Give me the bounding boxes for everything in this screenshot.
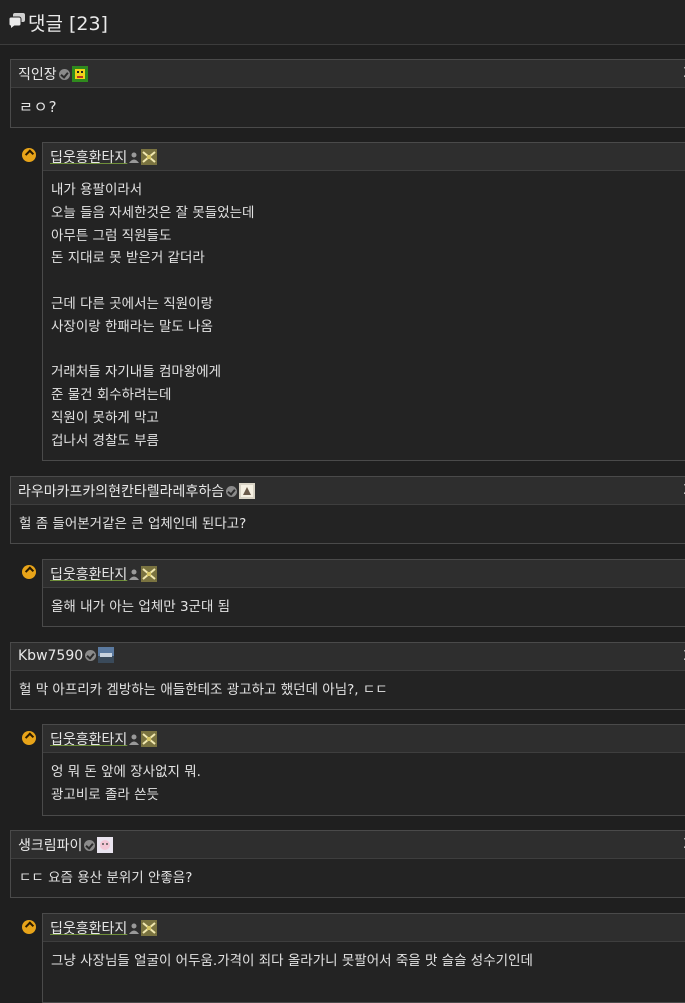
avatar-icon xyxy=(71,66,88,82)
comment-author[interactable]: 라우마카프카의현칸타렐라레후하슴 xyxy=(18,481,256,501)
author-name[interactable]: 생크림파이 xyxy=(18,838,82,854)
avatar-icon xyxy=(98,647,115,663)
comment-text: 헐 막 아프리카 겜방하는 애들한테조 광고하고 했던데 아님?, ㄷㄷ xyxy=(19,682,388,698)
reply-arrow-icon xyxy=(22,148,36,162)
comment-author[interactable]: 딥웃흥환타지 xyxy=(50,147,158,167)
comment-count: [23] xyxy=(68,13,108,35)
reply-item: 딥웃흥환타지 20 올해 내가 아는 업체만 3군대 됨 xyxy=(42,559,685,627)
comments-title-label: 댓글 xyxy=(28,13,63,35)
comment-author[interactable]: 딥웃흥환타지 xyxy=(50,564,158,584)
comment-text: 내가 용팔이라서 오늘 들음 자세한것은 잘 못들었는데 아무튼 그럼 직원들도… xyxy=(51,182,255,449)
comment-text: 올해 내가 아는 업체만 3군대 됨 xyxy=(51,599,231,615)
reply-arrow-icon xyxy=(22,565,36,579)
comment-text: ㄹㅇ? xyxy=(19,98,58,116)
person-icon xyxy=(129,152,140,163)
avatar-icon xyxy=(239,483,256,499)
reply-arrow-icon xyxy=(22,731,36,745)
reply-item: 딥웃흥환타지 20 엉 뭐 돈 앞에 장사없지 뭐. 광고비로 졸라 쓴듯 xyxy=(42,724,685,816)
verified-check-icon xyxy=(226,486,238,497)
comment-header: 딥웃흥환타지 20 xyxy=(43,560,685,588)
avatar-icon xyxy=(97,837,114,853)
comment-body: 헐 좀 들어본거같은 큰 업체인데 된다고? xyxy=(19,513,246,536)
verified-check-icon xyxy=(85,650,97,661)
comment-item: 라우마카프카의현칸타렐라레후하슴 20 헐 좀 들어본거같은 큰 업체인데 된다… xyxy=(10,476,685,544)
avatar-icon xyxy=(141,731,158,747)
comment-body: 그냥 사장님들 얼굴이 어두움.가격이 죄다 올라가니 못팔어서 죽을 맛 슬슬… xyxy=(51,950,533,973)
avatar-icon xyxy=(141,149,158,165)
avatar-icon xyxy=(141,920,158,936)
comment-author[interactable]: 직인장 xyxy=(18,64,88,84)
comment-body: 올해 내가 아는 업체만 3군대 됨 xyxy=(51,596,230,619)
comment-item: Kbw7590 20 헐 막 아프리카 겜방하는 애들한테조 광고하고 했던데 … xyxy=(10,642,685,710)
comment-author[interactable]: Kbw7590 xyxy=(18,647,115,664)
comment-header: Kbw7590 20 xyxy=(11,643,685,671)
comment-bubble-icon xyxy=(9,13,25,28)
comment-text: 엉 뭐 돈 앞에 장사없지 뭐. 광고비로 졸라 쓴듯 xyxy=(51,764,201,803)
verified-check-icon xyxy=(84,840,96,851)
author-name[interactable]: 딥웃흥환타지 xyxy=(50,567,127,583)
comment-item: 직인장 20 ㄹㅇ? xyxy=(10,59,685,128)
comment-body: ㄷㄷ 요즘 용산 분위기 안좋음? xyxy=(19,867,192,890)
avatar-icon xyxy=(141,566,158,582)
author-name[interactable]: 라우마카프카의현칸타렐라레후하슴 xyxy=(18,484,224,500)
comment-header: 딥웃흥환타지 20 xyxy=(43,914,685,942)
reply-item: 딥웃흥환타지 20 그냥 사장님들 얼굴이 어두움.가격이 죄다 올라가니 못팔… xyxy=(42,913,685,1003)
comment-header: 딥웃흥환타지 20 xyxy=(43,143,685,171)
comment-body: 내가 용팔이라서 오늘 들음 자세한것은 잘 못들었는데 아무튼 그럼 직원들도… xyxy=(51,179,254,453)
comment-header: 생크림파이 20 xyxy=(11,831,685,859)
author-name[interactable]: Kbw7590 xyxy=(18,648,83,664)
comment-text: 그냥 사장님들 얼굴이 어두움.가격이 죄다 올라가니 못팔어서 죽을 맛 슬슬… xyxy=(51,953,533,969)
comments-title: 댓글 [23] xyxy=(28,9,108,36)
reply-arrow-icon xyxy=(22,920,36,934)
author-name[interactable]: 딥웃흥환타지 xyxy=(50,921,127,937)
comment-body: ㄹㅇ? xyxy=(19,96,58,119)
comment-header: 직인장 20 xyxy=(11,60,685,88)
person-icon xyxy=(129,734,140,745)
comment-text: 헐 좀 들어본거같은 큰 업체인데 된다고? xyxy=(19,516,247,532)
comment-text: ㄷㄷ 요즘 용산 분위기 안좋음? xyxy=(19,870,193,886)
comments-header: 댓글 [23] xyxy=(0,0,685,45)
author-name[interactable]: 직인장 xyxy=(18,67,57,83)
comment-body: 엉 뭐 돈 앞에 장사없지 뭐. 광고비로 졸라 쓴듯 xyxy=(51,761,201,807)
comment-header: 딥웃흥환타지 20 xyxy=(43,725,685,753)
comment-header: 라우마카프카의현칸타렐라레후하슴 20 xyxy=(11,477,685,505)
reply-item: 딥웃흥환타지 20 내가 용팔이라서 오늘 들음 자세한것은 잘 못들었는데 아… xyxy=(42,142,685,461)
verified-check-icon xyxy=(58,69,70,80)
author-name[interactable]: 딥웃흥환타지 xyxy=(50,150,127,166)
comment-author[interactable]: 딥웃흥환타지 xyxy=(50,918,158,938)
comment-author[interactable]: 딥웃흥환타지 xyxy=(50,729,158,749)
person-icon xyxy=(129,569,140,580)
author-name[interactable]: 딥웃흥환타지 xyxy=(50,732,127,748)
person-icon xyxy=(129,923,140,934)
comment-body: 헐 막 아프리카 겜방하는 애들한테조 광고하고 했던데 아님?, ㄷㄷ xyxy=(19,679,388,702)
comment-author[interactable]: 생크림파이 xyxy=(18,835,114,855)
comment-item: 생크림파이 20 ㄷㄷ 요즘 용산 분위기 안좋음? xyxy=(10,830,685,898)
